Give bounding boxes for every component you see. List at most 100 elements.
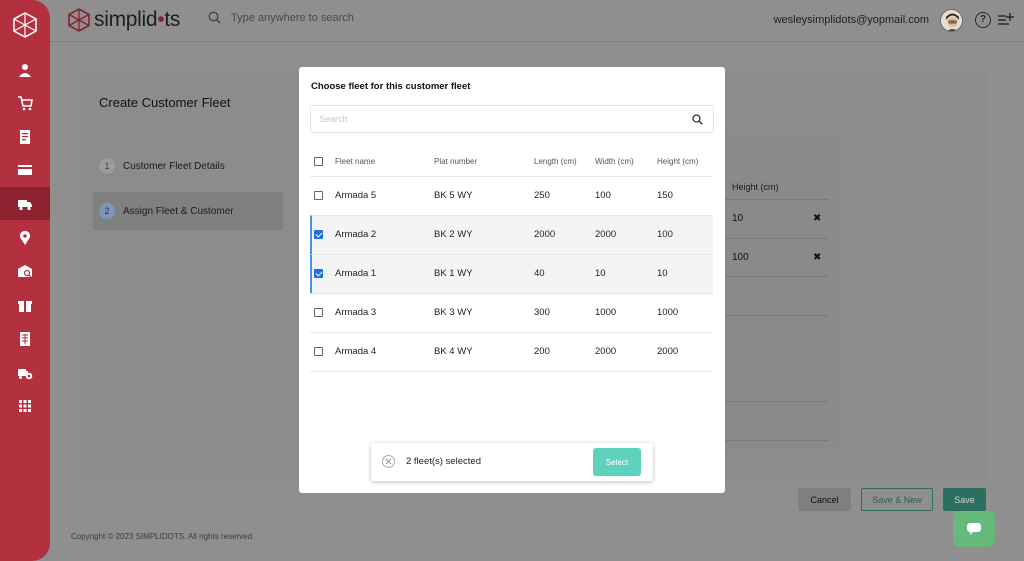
location-pin-icon (20, 230, 30, 245)
search-placeholder[interactable]: Type anywhere to search (231, 12, 354, 24)
invoice-icon (20, 129, 30, 144)
step-number: 2 (99, 203, 115, 219)
table-cell: 200 (534, 346, 550, 357)
table-cell: Armada 4 (335, 346, 377, 357)
top-header: simplid•ts Type anywhere to search wesle… (50, 0, 1024, 42)
save-and-new-button[interactable]: Save & New (861, 488, 933, 511)
choose-fleet-modal: Choose fleet for this customer fleet Sea… (299, 67, 725, 493)
save-button[interactable]: Save (943, 488, 986, 511)
step-customer-fleet-details[interactable]: 1 Customer Fleet Details (93, 147, 283, 185)
table-cell: 10 (657, 268, 668, 279)
close-icon[interactable] (382, 455, 395, 468)
table-cell: Armada 3 (335, 307, 377, 318)
sidebar-item-warehouse-search[interactable] (0, 254, 50, 287)
warehouse-search-icon (18, 264, 32, 277)
fleet-search-input[interactable]: Search (310, 105, 714, 133)
user-icon (19, 63, 31, 77)
row-checkbox[interactable] (314, 269, 323, 278)
table-cell: BK 5 WY (434, 190, 473, 201)
brand-name: simplid•ts (94, 8, 181, 31)
simplidots-logo-icon[interactable] (12, 12, 38, 38)
search-icon[interactable] (692, 114, 703, 125)
table-header: Fleet name Plat number Length (cm) Width… (310, 153, 713, 175)
table-row[interactable]: Armada 3 BK 3 WY 300 1000 1000 (310, 293, 713, 332)
global-search[interactable]: Type anywhere to search (208, 11, 354, 24)
table-row[interactable]: Armada 5 BK 5 WY 250 100 150 (310, 176, 713, 215)
row-checkbox[interactable] (314, 308, 323, 317)
divider (724, 199, 828, 200)
table-cell: 150 (657, 190, 673, 201)
table-cell: 100 (732, 252, 749, 263)
sidebar-item-user[interactable] (0, 53, 50, 86)
sidebar-item-gift[interactable] (0, 288, 50, 321)
remove-row-icon[interactable]: ✖ (813, 252, 821, 263)
remove-row-icon[interactable]: ✖ (813, 213, 821, 224)
divider (724, 315, 828, 316)
step-assign-fleet-customer[interactable]: 2 Assign Fleet & Customer (93, 192, 283, 230)
sidebar-item-cart[interactable] (0, 86, 50, 119)
cart-icon (18, 95, 33, 110)
table-cell: 100 (657, 229, 673, 240)
column-header: Width (cm) (595, 157, 634, 166)
menu-add-icon[interactable] (997, 12, 1014, 28)
column-header: Length (cm) (534, 157, 577, 166)
table-cell: 2000 (657, 346, 679, 357)
ledger-icon (20, 331, 30, 346)
cancel-button[interactable]: Cancel (798, 488, 851, 511)
table-cell: 1000 (595, 307, 617, 318)
apps-grid-icon (19, 399, 31, 412)
select-all-checkbox[interactable] (314, 157, 323, 166)
sidebar-item-apps-grid[interactable] (0, 389, 50, 422)
chat-bubble-icon (967, 523, 981, 535)
sidebar-item-invoice[interactable] (0, 120, 50, 153)
table-cell: 10 (732, 213, 744, 224)
selection-bar: 2 fleet(s) selected Select (371, 443, 653, 481)
divider (310, 371, 713, 372)
avatar[interactable] (940, 9, 963, 32)
divider (724, 401, 828, 402)
sidebar-item-location-pin[interactable] (0, 221, 50, 254)
table-cell: 250 (534, 190, 550, 201)
column-header: Height (cm) (657, 157, 699, 166)
table-cell: BK 2 WY (434, 229, 473, 240)
user-email: wesleysimplidots@yopmail.com (773, 14, 929, 26)
table-cell: 40 (534, 268, 545, 279)
chat-button[interactable] (953, 511, 995, 547)
row-checkbox[interactable] (314, 191, 323, 200)
assigned-fleet-table (724, 133, 840, 451)
brand-logo[interactable]: simplid•ts (67, 8, 180, 32)
sidebar-item-truck-settings[interactable] (0, 356, 50, 389)
select-button[interactable]: Select (593, 448, 641, 476)
sidebar-item-truck[interactable] (0, 187, 50, 220)
row-checkbox[interactable] (314, 230, 323, 239)
table-cell: Armada 5 (335, 190, 377, 201)
table-row[interactable]: Armada 1 BK 1 WY 40 10 10 (310, 254, 713, 293)
row-checkbox[interactable] (314, 347, 323, 356)
sidebar (0, 0, 50, 561)
brand-hexagon-icon (68, 8, 90, 32)
column-header: Fleet name (335, 157, 376, 166)
modal-title: Choose fleet for this customer fleet (311, 81, 471, 92)
truck-settings-icon (18, 368, 33, 379)
table-row[interactable]: Armada 4 BK 4 WY 200 2000 2000 (310, 332, 713, 371)
copyright-text: Copyright © 2023 SIMPLIDOTS. All rights … (71, 532, 255, 541)
avatar-face-icon (941, 10, 962, 31)
column-header-height: Height (cm) (732, 182, 779, 192)
divider (724, 238, 828, 239)
table-cell: 2000 (595, 229, 617, 240)
table-cell: BK 4 WY (434, 346, 473, 357)
table-cell: 300 (534, 307, 550, 318)
table-row[interactable]: Armada 2 BK 2 WY 2000 2000 100 (310, 215, 713, 254)
search-placeholder: Search (319, 114, 348, 124)
search-icon (208, 11, 221, 24)
page-title: Create Customer Fleet (99, 95, 231, 110)
table-cell: BK 3 WY (434, 307, 473, 318)
sidebar-item-card[interactable] (0, 153, 50, 186)
table-cell: 10 (595, 268, 606, 279)
divider (724, 276, 828, 277)
help-icon[interactable]: ? (975, 12, 991, 28)
table-cell: 100 (595, 190, 611, 201)
sidebar-item-ledger[interactable] (0, 322, 50, 355)
divider (724, 440, 828, 441)
column-header: Plat number (434, 157, 478, 166)
